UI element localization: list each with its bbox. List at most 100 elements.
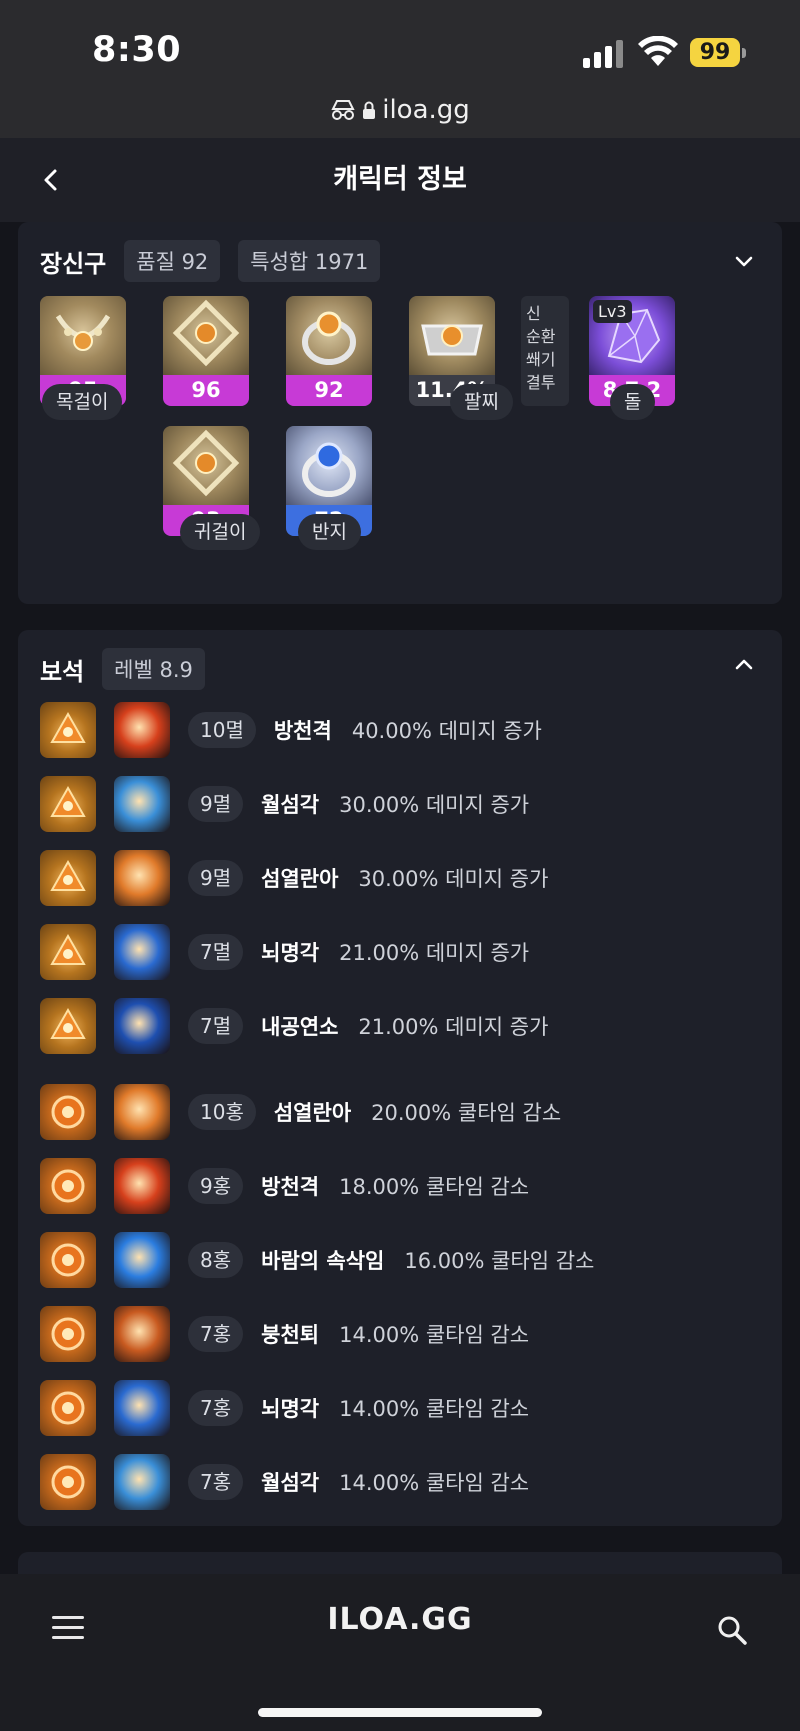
gem-effect: 14.00% 쿨타임 감소: [339, 1471, 530, 1495]
gem-effect: 21.00% 데미지 증가: [339, 941, 530, 965]
gem-effect: 18.00% 쿨타임 감소: [339, 1175, 530, 1199]
gem-row[interactable]: 10멸 방천격 40.00% 데미지 증가: [40, 702, 542, 758]
gem-level: 9멸: [188, 860, 244, 896]
earring-value-1: 96: [163, 375, 249, 406]
bracelet-effect: 순환: [526, 327, 556, 346]
gem-row[interactable]: 7멸 뇌명각 21.00% 데미지 증가: [40, 924, 529, 980]
gems-card: 보석 레벨 8.9 10멸 방천격 40.00% 데미지 증가 9멸 월섬각 30.00%…: [18, 630, 782, 1526]
gem-skill-name: 뇌명각: [261, 1397, 320, 1421]
ring-label: 반지: [298, 514, 361, 550]
gem-effect: 40.00% 데미지 증가: [351, 719, 542, 743]
ring-icon: 92: [286, 296, 372, 406]
skill-icon: [114, 1454, 170, 1510]
gem-skill-name: 방천격: [261, 1175, 320, 1199]
skill-icon: [114, 776, 170, 832]
skill-icon: [114, 1306, 170, 1362]
gem-row[interactable]: 8홍 바람의 속삭임 16.00% 쿨타임 감소: [40, 1232, 594, 1288]
chevron-up-icon[interactable]: [732, 652, 756, 676]
gem-row[interactable]: 7홍 붕천퇴 14.00% 쿨타임 감소: [40, 1306, 529, 1362]
gem-icon: [40, 776, 96, 832]
gem-skill-name: 월섬각: [261, 793, 320, 817]
gem-skill-name: 내공연소: [261, 1015, 339, 1039]
skill-icon: [114, 702, 170, 758]
gem-icon: [40, 1232, 96, 1288]
status-bar: 8:30 99 iloa.gg: [0, 0, 800, 138]
earring-item-1[interactable]: 96: [163, 296, 249, 406]
gem-effect: 21.00% 데미지 증가: [358, 1015, 549, 1039]
bracelet-effects: 신 순환 쐐기 결투: [521, 296, 569, 406]
skill-icon: [114, 998, 170, 1054]
gem-level: 7홍: [188, 1316, 244, 1352]
gem-row[interactable]: 10홍 섬열란아 20.00% 쿨타임 감소: [40, 1084, 561, 1140]
gem-icon: [40, 1084, 96, 1140]
accessories-title: 장신구: [40, 249, 107, 278]
necklace-label: 목걸이: [42, 384, 123, 420]
gem-level: 7멸: [188, 934, 244, 970]
gem-effect: 14.00% 쿨타임 감소: [339, 1397, 530, 1421]
accessories-card: 장신구 품질 92 특성합 1971 95 목걸이 96 92: [18, 222, 782, 604]
incognito-icon: [331, 100, 355, 120]
gem-icon: [40, 1306, 96, 1362]
gem-effect: 14.00% 쿨타임 감소: [339, 1323, 530, 1347]
skill-icon: [114, 850, 170, 906]
back-button[interactable]: [32, 162, 68, 198]
bracelet-label: 팔찌: [450, 384, 513, 420]
page-header: 캐릭터 정보: [0, 138, 800, 222]
gem-row[interactable]: 9멸 섬열란아 30.00% 데미지 증가: [40, 850, 548, 906]
gem-skill-name: 섬열란아: [273, 1101, 352, 1125]
skill-icon: [114, 1084, 170, 1140]
gem-skill-name: 방천격: [273, 719, 332, 743]
ring-item-1[interactable]: 92: [286, 296, 372, 406]
bracelet-effect: 결투: [526, 373, 556, 392]
gem-level: 7홍: [188, 1390, 244, 1426]
clock: 8:30: [92, 30, 182, 70]
chevron-down-icon[interactable]: [732, 250, 756, 274]
gem-skill-name: 바람의 속삭임: [261, 1249, 385, 1273]
stone-label: 돌: [610, 384, 656, 420]
lock-icon: [363, 101, 376, 119]
gem-effect: 20.00% 쿨타임 감소: [371, 1101, 562, 1125]
page-title: 캐릭터 정보: [333, 164, 467, 195]
site-logo[interactable]: ILOA.GG: [0, 1602, 800, 1637]
gem-level: 10홍: [188, 1094, 256, 1130]
bracelet-effect: 신: [526, 304, 541, 323]
skill-icon: [114, 1232, 170, 1288]
search-icon[interactable]: [716, 1614, 748, 1646]
gem-skill-name: 월섬각: [261, 1471, 320, 1495]
gems-header: 보석 레벨 8.9: [40, 648, 205, 690]
skill-icon: [114, 1158, 170, 1214]
gem-level: 9홍: [188, 1168, 244, 1204]
accessories-header: 장신구 품질 92 특성합 1971: [40, 240, 381, 282]
gem-row[interactable]: 9멸 월섬각 30.00% 데미지 증가: [40, 776, 529, 832]
gem-row[interactable]: 7멸 내공연소 21.00% 데미지 증가: [40, 998, 548, 1054]
address-bar[interactable]: iloa.gg: [0, 92, 800, 128]
gem-effect: 16.00% 쿨타임 감소: [404, 1249, 595, 1273]
gem-level: 9멸: [188, 786, 244, 822]
gem-skill-name: 붕천퇴: [261, 1323, 320, 1347]
battery-icon: 99: [690, 38, 740, 67]
chevron-left-icon: [44, 169, 57, 191]
gem-skill-name: 뇌명각: [261, 941, 320, 965]
home-indicator: [258, 1708, 542, 1717]
gem-row[interactable]: 9홍 방천격 18.00% 쿨타임 감소: [40, 1158, 529, 1214]
earring-label: 귀걸이: [180, 514, 261, 550]
ring-value-1: 92: [286, 375, 372, 406]
bracelet-effect: 쐐기: [526, 350, 556, 369]
skill-icon: [114, 924, 170, 980]
stone-level-badge: Lv3: [593, 300, 632, 323]
gem-row[interactable]: 7홍 월섬각 14.00% 쿨타임 감소: [40, 1454, 529, 1510]
gem-level: 8홍: [188, 1242, 244, 1278]
skill-icon: [114, 1380, 170, 1436]
gem-level: 7홍: [188, 1464, 244, 1500]
gem-skill-name: 섬열란아: [261, 867, 339, 891]
wifi-icon: [638, 35, 678, 68]
stat-sum-tag: 특성합 1971: [238, 240, 381, 282]
gem-effect: 30.00% 데미지 증가: [358, 867, 549, 891]
quality-tag: 품질 92: [124, 240, 221, 282]
url-text: iloa.gg: [382, 95, 470, 125]
cellular-signal-icon: [583, 40, 627, 68]
gem-icon: [40, 1158, 96, 1214]
gem-row[interactable]: 7홍 뇌명각 14.00% 쿨타임 감소: [40, 1380, 529, 1436]
gem-icon: [40, 1454, 96, 1510]
gem-icon: [40, 924, 96, 980]
